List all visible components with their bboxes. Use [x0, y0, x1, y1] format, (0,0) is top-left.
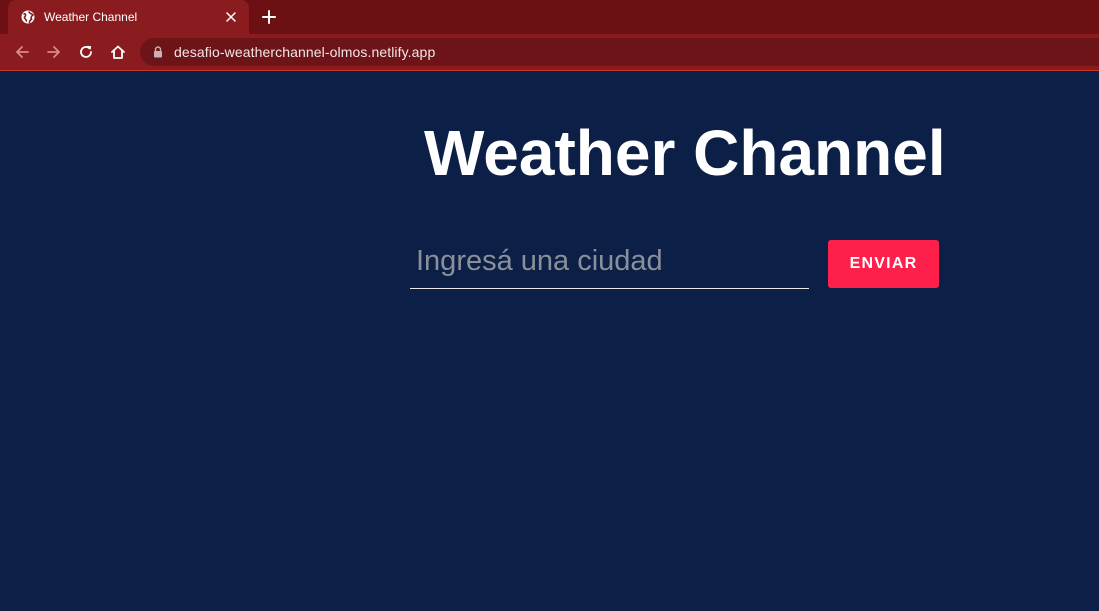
close-icon[interactable] [223, 9, 239, 25]
tab-title: Weather Channel [44, 10, 138, 24]
home-icon [111, 45, 125, 59]
lock-icon[interactable] [152, 45, 164, 59]
globe-icon [20, 9, 36, 25]
back-button[interactable] [11, 41, 33, 63]
arrow-left-icon [16, 46, 29, 58]
new-tab-button[interactable] [258, 6, 280, 28]
browser-toolbar: desafio-weatherchannel-olmos.netlify.app [0, 34, 1099, 70]
reload-icon [80, 45, 92, 58]
url-text: desafio-weatherchannel-olmos.netlify.app [174, 44, 436, 60]
forward-button[interactable] [43, 41, 65, 63]
reload-button[interactable] [75, 41, 97, 63]
weather-page: Weather Channel ENVIAR [0, 71, 1099, 611]
tab-weather-channel[interactable]: Weather Channel [8, 0, 249, 34]
tab-strip: Weather Channel [0, 0, 1099, 34]
submit-button[interactable]: ENVIAR [828, 240, 939, 288]
arrow-right-icon [47, 46, 60, 58]
page-title: Weather Channel [424, 117, 946, 189]
city-search-input[interactable] [410, 235, 809, 289]
browser-chrome: Weather Channel desafio-weatherchannel-o… [0, 0, 1099, 71]
home-button[interactable] [107, 41, 129, 63]
plus-icon [262, 10, 276, 24]
address-bar[interactable]: desafio-weatherchannel-olmos.netlify.app [140, 38, 1099, 66]
